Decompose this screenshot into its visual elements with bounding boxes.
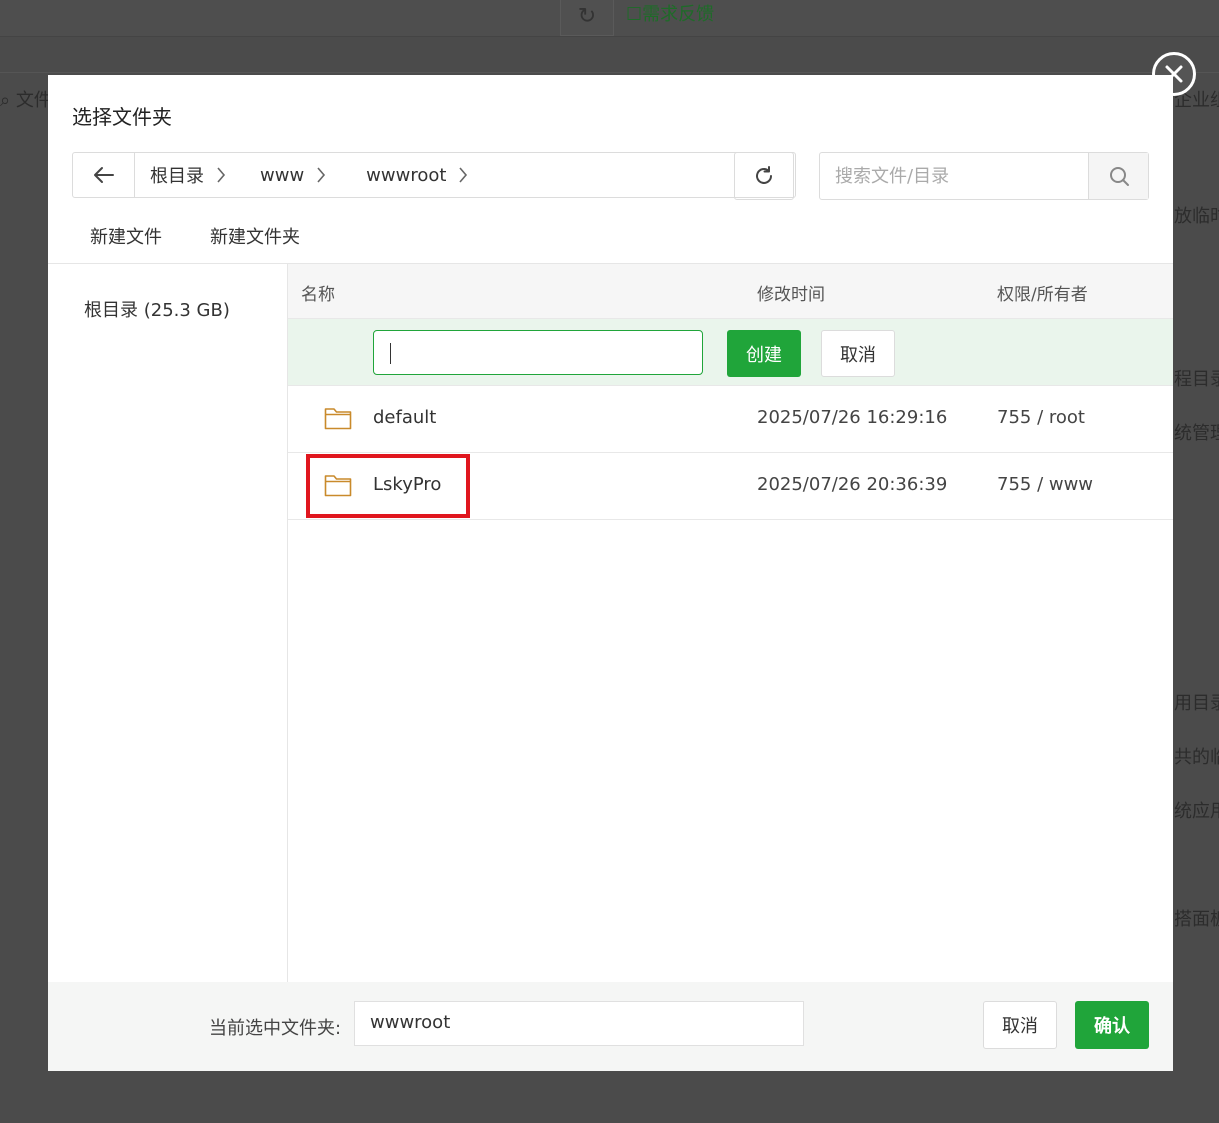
text-caret <box>390 343 391 364</box>
table-header: 名称 修改时间 权限/所有者 <box>288 264 1173 319</box>
current-folder-field[interactable]: wwwroot <box>354 1001 804 1046</box>
sidebar-item-root[interactable]: 根目录 (25.3 GB) <box>84 296 230 322</box>
refresh-button[interactable] <box>734 152 794 200</box>
folder-icon <box>324 408 352 430</box>
background-feedback-link: ☐需求反馈 <box>626 4 715 25</box>
directory-sidebar: 根目录 (25.3 GB) <box>48 264 288 982</box>
bg-text: 共的临 <box>1174 747 1219 768</box>
folder-mtime: 2025/07/26 20:36:39 <box>757 474 948 495</box>
breadcrumb-label: wwwroot <box>366 164 447 186</box>
folder-name[interactable]: LskyPro <box>373 474 441 495</box>
search-box <box>819 152 1149 200</box>
search-icon <box>1109 167 1129 186</box>
breadcrumb: 根目录 www wwwroot <box>135 153 795 197</box>
table-row[interactable]: default 2025/07/26 16:29:16 755 / root <box>288 386 1173 453</box>
cancel-create-button[interactable]: 取消 <box>821 330 895 377</box>
refresh-icon <box>756 166 772 184</box>
breadcrumb-item-root[interactable]: 根目录 <box>150 162 226 188</box>
dialog-title: 选择文件夹 <box>72 105 172 129</box>
bg-text: 文件 <box>15 90 52 111</box>
current-folder-label: 当前选中文件夹: <box>209 1018 342 1039</box>
feedback-label: 需求反馈 <box>642 4 715 25</box>
background-search-text: ⌕ 文件 <box>0 90 52 111</box>
new-folder-button[interactable]: 新建文件夹 <box>210 223 300 249</box>
back-button[interactable] <box>73 153 135 197</box>
bg-text: 统应用 <box>1174 801 1219 822</box>
bg-text: 统管理 <box>1174 423 1219 444</box>
create-button[interactable]: 创建 <box>727 330 801 377</box>
folder-permission: 755 / www <box>997 474 1094 495</box>
bg-text: 放临时 <box>1174 206 1219 227</box>
path-bar: 根目录 www wwwroot <box>72 152 796 198</box>
folder-permission: 755 / root <box>997 407 1085 428</box>
search-input[interactable] <box>820 153 1088 199</box>
bg-text: 用目录 <box>1174 693 1219 714</box>
search-button[interactable] <box>1088 153 1148 199</box>
bg-text: 搭面板 <box>1174 909 1219 930</box>
new-folder-name-input[interactable] <box>373 330 703 375</box>
breadcrumb-item-wwwroot[interactable]: wwwroot <box>366 165 468 186</box>
breadcrumb-label: www <box>260 164 305 186</box>
chevron-right-icon <box>217 167 226 183</box>
column-header-name[interactable]: 名称 <box>301 280 335 305</box>
background-divider <box>0 72 1219 73</box>
new-file-button[interactable]: 新建文件 <box>90 223 162 249</box>
cancel-button[interactable]: 取消 <box>983 1001 1057 1049</box>
folder-name[interactable]: default <box>373 407 436 428</box>
folder-icon <box>324 475 352 497</box>
background-refresh-icon: ↻ <box>560 0 614 36</box>
chevron-right-icon <box>459 167 468 183</box>
column-header-mtime[interactable]: 修改时间 <box>757 280 825 305</box>
select-folder-dialog: 选择文件夹 根目录 www wwwroot 搜索文件/目录 新建文件 新建文件夹… <box>48 75 1173 1071</box>
breadcrumb-item-www[interactable]: www <box>260 165 326 186</box>
bg-text: 程目录 <box>1174 369 1219 390</box>
column-header-perm[interactable]: 权限/所有者 <box>997 280 1088 305</box>
dialog-toolbar: 新建文件 新建文件夹 <box>90 223 348 249</box>
dialog-footer: 当前选中文件夹: wwwroot 取消 确认 <box>48 982 1173 1071</box>
new-folder-row: 创建 取消 <box>288 319 1173 386</box>
chevron-right-icon <box>317 167 326 183</box>
file-table: 名称 修改时间 权限/所有者 创建 取消 default 2025/07/26 … <box>288 264 1173 520</box>
arrow-left-icon <box>93 167 114 183</box>
confirm-button[interactable]: 确认 <box>1075 1001 1149 1049</box>
folder-mtime: 2025/07/26 16:29:16 <box>757 407 948 428</box>
breadcrumb-label: 根目录 <box>150 166 204 187</box>
table-row[interactable]: LskyPro 2025/07/26 20:36:39 755 / www <box>288 453 1173 520</box>
